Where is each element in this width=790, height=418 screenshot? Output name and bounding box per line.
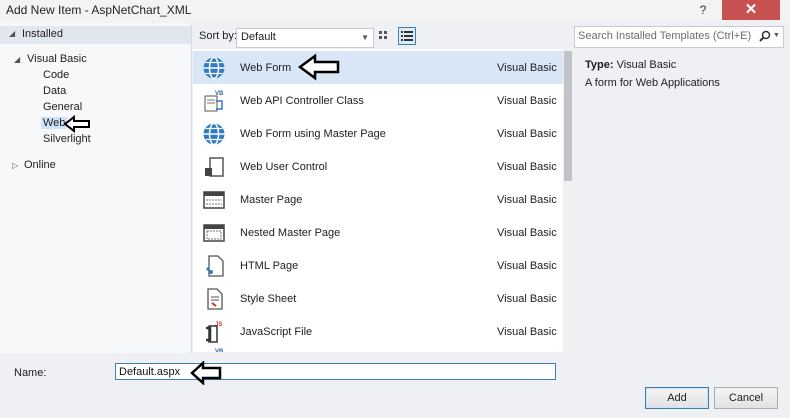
template-name: Master Page bbox=[240, 194, 303, 206]
name-field[interactable] bbox=[115, 363, 556, 380]
template-language: Visual Basic bbox=[497, 128, 557, 140]
template-name: Style Sheet bbox=[240, 293, 297, 305]
globe-icon bbox=[203, 56, 225, 80]
search-box[interactable]: ▼ bbox=[574, 26, 784, 48]
tree-item-data[interactable]: Data bbox=[43, 85, 66, 97]
globe-icon bbox=[203, 122, 225, 146]
small-icons-view-icon[interactable] bbox=[378, 30, 392, 42]
help-button[interactable]: ? bbox=[690, 0, 716, 20]
pointer-arrow-icon bbox=[297, 53, 340, 81]
type-info: Type: Visual Basic bbox=[585, 59, 676, 71]
collapse-arrow-icon: ◢ bbox=[9, 29, 16, 38]
category-pane: ◢ Installed ◢ Visual Basic Code Data Gen… bbox=[0, 23, 192, 353]
template-row-javascript-file[interactable]: JS JavaScript File Visual Basic bbox=[193, 315, 563, 348]
tree-item-general[interactable]: General bbox=[43, 101, 82, 113]
search-icon[interactable] bbox=[759, 30, 771, 42]
template-language: Visual Basic bbox=[497, 326, 557, 338]
list-view-button[interactable] bbox=[398, 27, 416, 45]
title-bar: Add New Item - AspNetChart_XML ? ✕ bbox=[0, 0, 790, 22]
window-title: Add New Item - AspNetChart_XML bbox=[6, 3, 192, 17]
list-scrollbar[interactable] bbox=[563, 49, 573, 352]
tree-item-silverlight[interactable]: Silverlight bbox=[43, 133, 91, 145]
template-row-style-sheet[interactable]: Style Sheet Visual Basic bbox=[193, 282, 563, 315]
list-view-icon bbox=[401, 31, 413, 41]
type-label: Type: bbox=[585, 59, 614, 71]
tree-item-online[interactable]: Online bbox=[24, 159, 56, 171]
template-row-web-user-control[interactable]: Web User Control Visual Basic bbox=[193, 150, 563, 183]
cancel-button[interactable]: Cancel bbox=[714, 387, 778, 409]
template-row-nested-master-page[interactable]: Nested Master Page Visual Basic bbox=[193, 216, 563, 249]
template-name: Web API Controller Class bbox=[240, 95, 364, 107]
template-language: Visual Basic bbox=[497, 260, 557, 272]
expand-arrow-icon[interactable]: ▷ bbox=[12, 161, 18, 170]
chevron-down-icon[interactable]: ▼ bbox=[773, 32, 780, 39]
vb-icon-partial: VB bbox=[215, 349, 224, 352]
style-sheet-icon bbox=[207, 288, 223, 310]
template-row-web-form-master[interactable]: Web Form using Master Page Visual Basic bbox=[193, 117, 563, 150]
template-name: HTML Page bbox=[240, 260, 299, 272]
sort-label: Sort by: bbox=[199, 30, 237, 42]
user-control-icon bbox=[205, 157, 224, 177]
template-language: Visual Basic bbox=[497, 227, 557, 239]
template-list: Web Form Visual Basic VB Web API Control… bbox=[193, 49, 563, 352]
sort-value: Default bbox=[241, 31, 276, 43]
expand-arrow-icon[interactable]: ◢ bbox=[14, 55, 20, 64]
installed-header[interactable]: ◢ Installed bbox=[0, 26, 191, 44]
search-input[interactable] bbox=[578, 29, 756, 43]
template-name: Web Form bbox=[240, 62, 292, 74]
template-language: Visual Basic bbox=[497, 161, 557, 173]
javascript-file-icon: JS bbox=[206, 322, 222, 343]
template-name: JavaScript File bbox=[240, 326, 313, 338]
template-name: Web User Control bbox=[240, 161, 328, 173]
template-row-web-api-controller[interactable]: VB Web API Controller Class Visual Basic bbox=[193, 84, 563, 117]
template-name: Nested Master Page bbox=[240, 227, 341, 239]
name-label: Name: bbox=[14, 367, 47, 379]
chevron-down-icon: ▼ bbox=[361, 33, 369, 42]
template-language: Visual Basic bbox=[497, 62, 557, 74]
tree-item-visual-basic[interactable]: Visual Basic bbox=[27, 53, 87, 65]
svg-text:VB: VB bbox=[215, 349, 224, 352]
nested-master-page-icon bbox=[203, 224, 225, 242]
sort-dropdown[interactable]: Default ▼ bbox=[236, 28, 374, 48]
pointer-arrow-icon bbox=[63, 115, 90, 133]
type-value: Visual Basic bbox=[616, 59, 677, 71]
template-row-master-page[interactable]: Master Page Visual Basic bbox=[193, 183, 563, 216]
pointer-arrow-icon bbox=[190, 361, 222, 385]
installed-label: Installed bbox=[22, 28, 63, 40]
add-button[interactable]: Add bbox=[645, 387, 709, 409]
template-description: A form for Web Applications bbox=[585, 77, 720, 89]
template-language: Visual Basic bbox=[497, 95, 557, 107]
template-language: Visual Basic bbox=[497, 194, 557, 206]
close-button[interactable]: ✕ bbox=[722, 0, 780, 20]
template-language: Visual Basic bbox=[497, 293, 557, 305]
template-row-web-form[interactable]: Web Form Visual Basic bbox=[193, 51, 563, 84]
template-name: Web Form using Master Page bbox=[240, 128, 386, 140]
vb-controller-icon: VB bbox=[204, 91, 224, 112]
scrollbar-thumb[interactable] bbox=[564, 51, 572, 181]
html-page-icon bbox=[206, 255, 224, 277]
template-row-html-page[interactable]: HTML Page Visual Basic bbox=[193, 249, 563, 282]
tree-item-code[interactable]: Code bbox=[43, 69, 69, 81]
master-page-icon bbox=[203, 191, 225, 209]
